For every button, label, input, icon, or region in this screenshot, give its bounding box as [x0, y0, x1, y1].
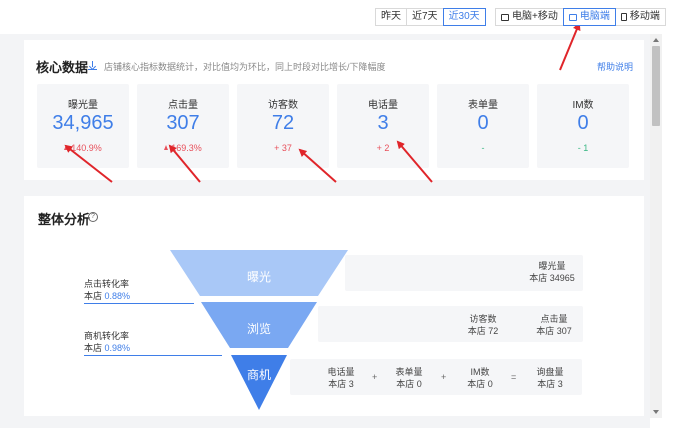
stat-value: 本店 307	[536, 326, 572, 336]
device-mobile[interactable]: 移动端	[614, 8, 666, 26]
metric-change: 140.9%	[71, 143, 102, 153]
metric-value: 0	[577, 112, 589, 134]
equals-operator: =	[511, 372, 517, 382]
stat-name: 曝光量	[538, 261, 566, 271]
stat-name: 电话量	[327, 367, 355, 377]
trend-up-icon	[164, 145, 169, 150]
stat-exposure: 曝光量 本店 34965	[522, 260, 582, 284]
stat-value: 本店 3	[328, 379, 354, 389]
metric-value: 34,965	[52, 112, 114, 134]
device-mobile-label: 移动端	[629, 11, 660, 22]
stat-value: 本店 3	[537, 379, 563, 389]
date-range-30days[interactable]: 近30天	[442, 8, 486, 26]
stat-name: 表单量	[395, 367, 423, 377]
funnel-label-browse: 浏览	[246, 322, 271, 336]
date-range-selector: 昨天 近7天 近30天	[375, 8, 486, 26]
conversion-divider	[84, 355, 222, 356]
stat-name: 询盘量	[536, 367, 564, 377]
stat-inquiries: 询盘量 本店 3	[526, 366, 574, 390]
stat-name: 访客数	[469, 314, 497, 324]
metric-change: + 2	[376, 143, 390, 153]
device-pc-mobile-label: 电脑+移动	[512, 11, 558, 22]
metric-change: - 1	[577, 143, 589, 153]
metric-card-calls[interactable]: 电话量 3 + 2	[337, 84, 429, 168]
monitor-icon	[568, 13, 577, 21]
stat-forms: 表单量 本店 0	[386, 366, 432, 390]
metric-change: 169.3%	[171, 143, 202, 153]
metric-label: 曝光量	[68, 100, 98, 111]
stat-value: 本店 34965	[529, 273, 575, 283]
scroll-up-icon[interactable]	[653, 38, 659, 42]
metric-label: 访客数	[268, 100, 298, 111]
click-conversion-name: 点击转化率	[84, 279, 130, 289]
funnel-label-exposure: 曝光	[246, 270, 271, 284]
click-conversion-value: 0.88%	[104, 291, 131, 301]
lead-conversion: 商机转化率 本店 0.98%	[84, 330, 130, 354]
device-pc-mobile[interactable]: 电脑+移动	[495, 8, 564, 26]
stat-value: 本店 0	[396, 379, 422, 389]
core-data-subtitle: 店铺核心指标数据统计，对比值均为环比，同上时段对比增长/下降幅度	[104, 62, 386, 72]
device-selector: 电脑+移动 电脑端 移动端	[495, 8, 666, 26]
stat-name: 点击量	[540, 314, 568, 324]
stat-value: 本店 0	[467, 379, 493, 389]
metric-card-exposure[interactable]: 曝光量 34,965 140.9%	[37, 84, 129, 168]
stat-value: 本店 72	[467, 326, 499, 336]
metric-label: 电话量	[368, 100, 398, 111]
date-range-7days[interactable]: 近7天	[406, 8, 444, 26]
download-icon[interactable]	[88, 61, 97, 70]
analysis-title: 整体分析	[38, 212, 91, 227]
lead-conversion-name: 商机转化率	[84, 331, 130, 341]
metric-change: + 37	[274, 143, 292, 153]
metric-card-forms[interactable]: 表单量 0 -	[437, 84, 529, 168]
metric-card-visitors[interactable]: 访客数 72 + 37	[237, 84, 329, 168]
plus-operator: +	[441, 372, 447, 382]
pc-mobile-icon	[501, 13, 509, 21]
stat-im: IM数 本店 0	[457, 366, 503, 390]
scroll-down-icon[interactable]	[653, 410, 659, 414]
stat-name: IM数	[470, 367, 490, 377]
metric-card-clicks[interactable]: 点击量 307 169.3%	[137, 84, 229, 168]
device-pc-label: 电脑端	[579, 11, 610, 22]
stat-calls: 电话量 本店 3	[318, 366, 364, 390]
metric-label: IM数	[572, 100, 594, 111]
conversion-divider	[84, 303, 194, 304]
metric-label: 点击量	[168, 100, 198, 111]
metric-change: -	[481, 143, 485, 153]
metric-value: 72	[271, 112, 295, 134]
stat-clicks: 点击量 本店 307	[525, 313, 583, 337]
core-data-title: 核心数据	[36, 60, 89, 75]
help-link[interactable]: 帮助说明	[597, 60, 633, 73]
question-icon[interactable]: ?	[88, 212, 98, 222]
metric-label: 表单量	[468, 100, 498, 111]
vertical-scrollbar[interactable]	[650, 34, 662, 418]
funnel-label-lead: 商机	[246, 368, 271, 382]
metric-value: 3	[377, 112, 389, 134]
lead-conversion-value: 0.98%	[104, 343, 131, 353]
scroll-thumb[interactable]	[652, 46, 660, 126]
top-toolbar: 昨天 近7天 近30天 电脑+移动 电脑端 移动端	[0, 0, 700, 34]
phone-icon	[620, 13, 627, 21]
click-conversion: 点击转化率 本店 0.88%	[84, 278, 130, 302]
click-conversion-prefix: 本店	[84, 291, 103, 301]
date-range-yesterday[interactable]: 昨天	[375, 8, 407, 26]
device-pc[interactable]: 电脑端	[562, 8, 616, 26]
metric-value: 307	[166, 112, 200, 134]
plus-operator: +	[372, 372, 378, 382]
metric-value: 0	[477, 112, 489, 134]
lead-conversion-prefix: 本店	[84, 343, 103, 353]
stat-visitors: 访客数 本店 72	[458, 313, 508, 337]
trend-up-icon	[64, 145, 69, 150]
metric-card-im[interactable]: IM数 0 - 1	[537, 84, 629, 168]
